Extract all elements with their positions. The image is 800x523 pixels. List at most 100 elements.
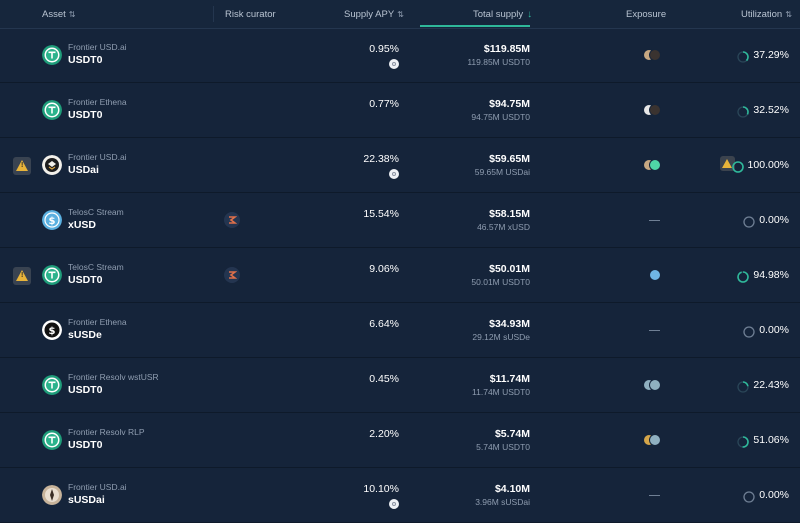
utilization-ring-icon bbox=[737, 50, 750, 63]
exposure-icons[interactable] bbox=[643, 159, 667, 171]
svg-text:$: $ bbox=[49, 326, 56, 337]
collateral-icon bbox=[649, 269, 661, 281]
market-row[interactable]: $ Frontier Ethena sUSDe 6.64% $34.93M 29.12M … bbox=[0, 303, 800, 358]
usdt0-icon bbox=[42, 100, 62, 120]
header-divider bbox=[213, 6, 214, 22]
utilization-value: 51.06% bbox=[753, 434, 789, 446]
exposure-icons[interactable] bbox=[643, 269, 667, 281]
supply-apy: 0.45% bbox=[369, 373, 399, 385]
utilization-value: 32.52% bbox=[753, 104, 789, 116]
sort-icon[interactable]: ⇅ bbox=[397, 10, 404, 19]
total-supply-native: 46.57M xUSD bbox=[477, 222, 530, 232]
market-name: Frontier Ethena bbox=[68, 317, 127, 327]
susdai-icon bbox=[42, 485, 62, 505]
total-supply-native: 5.74M USDT0 bbox=[476, 442, 530, 452]
risk-curator-icon[interactable] bbox=[224, 212, 240, 228]
total-supply-usd: $119.85M bbox=[483, 43, 530, 55]
utilization-ring-icon bbox=[731, 160, 744, 173]
exposure-icons[interactable] bbox=[643, 434, 667, 446]
utilization-value: 94.98% bbox=[753, 269, 789, 281]
collateral-icon bbox=[649, 434, 661, 446]
xusd-icon: $ bbox=[42, 210, 62, 230]
utilization-ring-icon bbox=[737, 270, 750, 283]
active-sort-indicator bbox=[420, 25, 530, 27]
asset-symbol: USDT0 bbox=[68, 109, 103, 121]
total-supply-usd: $59.65M bbox=[489, 153, 530, 165]
market-row[interactable]: Frontier USD.ai USDT0 0.95% $119.85M 119.85M… bbox=[0, 28, 800, 83]
market-row[interactable]: $ TelosC Stream xUSD 15.54% $58.15M 46.57M xU… bbox=[0, 193, 800, 248]
utilization-value: 0.00% bbox=[759, 214, 789, 226]
usdt0-icon bbox=[42, 375, 62, 395]
total-supply-usd: $34.93M bbox=[489, 318, 530, 330]
collateral-icon bbox=[649, 379, 661, 391]
total-supply-usd: $4.10M bbox=[494, 483, 530, 495]
header-utilization[interactable]: Utilization ⇅ bbox=[741, 9, 792, 20]
svg-text:$: $ bbox=[49, 216, 56, 227]
asset-symbol: sUSDe bbox=[68, 329, 102, 341]
market-name: Frontier USD.ai bbox=[68, 42, 127, 52]
utilization-value: 100.00% bbox=[747, 159, 789, 171]
market-row[interactable]: Frontier Resolv RLP USDT0 2.20% $5.74M 5.74M… bbox=[0, 413, 800, 468]
supply-apy: 15.54% bbox=[363, 208, 399, 220]
utilization-value: 0.00% bbox=[759, 489, 789, 501]
total-supply-native: 29.12M sUSDe bbox=[472, 332, 530, 342]
market-name: Frontier USD.ai bbox=[68, 152, 127, 162]
utilization-ring-icon bbox=[737, 105, 750, 118]
supply-apy: 0.77% bbox=[369, 98, 399, 110]
asset-symbol: USDT0 bbox=[68, 384, 103, 396]
utilization-value: 22.43% bbox=[753, 379, 789, 391]
market-row[interactable]: Frontier Resolv wstUSR USDT0 0.45% $11.74M 1… bbox=[0, 358, 800, 413]
exposure-icons[interactable] bbox=[643, 49, 667, 61]
risk-curator-icon[interactable] bbox=[224, 267, 240, 283]
reward-icon[interactable] bbox=[389, 499, 399, 509]
sort-desc-icon[interactable]: ↓ bbox=[527, 9, 532, 20]
no-exposure-dash bbox=[649, 220, 660, 221]
warning-icon[interactable] bbox=[13, 267, 31, 285]
supply-apy: 0.95% bbox=[369, 43, 399, 55]
header-total-supply[interactable]: Total supply ↓ bbox=[473, 9, 532, 20]
exposure-icons[interactable] bbox=[643, 379, 667, 391]
total-supply-native: 59.65M USDai bbox=[474, 167, 530, 177]
utilization-ring-icon bbox=[743, 490, 755, 503]
no-exposure-dash bbox=[649, 495, 660, 496]
reward-icon[interactable] bbox=[389, 59, 399, 69]
collateral-icon bbox=[649, 104, 661, 116]
asset-symbol: USDT0 bbox=[68, 439, 103, 451]
usdai-icon bbox=[42, 155, 62, 175]
collateral-icon bbox=[649, 49, 661, 61]
collateral-icon bbox=[649, 159, 661, 171]
total-supply-native: 3.96M sUSDai bbox=[475, 497, 530, 507]
market-name: TelosC Stream bbox=[68, 207, 124, 217]
asset-symbol: xUSD bbox=[68, 219, 97, 231]
total-supply-native: 94.75M USDT0 bbox=[471, 112, 530, 122]
market-name: Frontier Ethena bbox=[68, 97, 127, 107]
header-risk-curator: Risk curator bbox=[225, 9, 276, 20]
market-row[interactable]: Frontier USD.ai USDai 22.38% $59.65M 59.65M … bbox=[0, 138, 800, 193]
susde-icon: $ bbox=[42, 320, 62, 340]
total-supply-usd: $94.75M bbox=[489, 98, 530, 110]
market-row[interactable]: TelosC Stream USDT0 9.06% $50.01M 50.01M USD… bbox=[0, 248, 800, 303]
utilization-value: 37.29% bbox=[753, 49, 789, 61]
utilization-ring-icon bbox=[743, 325, 755, 338]
table-header: Asset ⇅ Risk curator Supply APY ⇅ Total su… bbox=[0, 0, 800, 29]
asset-symbol: sUSDai bbox=[68, 494, 105, 506]
supply-apy: 6.64% bbox=[369, 318, 399, 330]
exposure-icons[interactable] bbox=[643, 104, 667, 116]
market-row[interactable]: Frontier Ethena USDT0 0.77% $94.75M 94.75M U… bbox=[0, 83, 800, 138]
total-supply-native: 50.01M USDT0 bbox=[471, 277, 530, 287]
header-supply-apy[interactable]: Supply APY ⇅ bbox=[344, 9, 404, 20]
usdt0-icon bbox=[42, 265, 62, 285]
market-row[interactable]: Frontier USD.ai sUSDai 10.10% $4.10M 3.96M s… bbox=[0, 468, 800, 523]
supply-apy: 10.10% bbox=[363, 483, 399, 495]
market-name: Frontier Resolv RLP bbox=[68, 427, 145, 437]
reward-icon[interactable] bbox=[389, 169, 399, 179]
sort-icon[interactable]: ⇅ bbox=[69, 10, 76, 19]
total-supply-usd: $50.01M bbox=[489, 263, 530, 275]
header-asset[interactable]: Asset ⇅ bbox=[42, 9, 75, 20]
supply-apy: 9.06% bbox=[369, 263, 399, 275]
total-supply-usd: $11.74M bbox=[489, 373, 530, 385]
utilization-ring-icon bbox=[737, 380, 750, 393]
sort-icon[interactable]: ⇅ bbox=[785, 10, 792, 19]
warning-icon[interactable] bbox=[13, 157, 31, 175]
supply-apy: 22.38% bbox=[363, 153, 399, 165]
